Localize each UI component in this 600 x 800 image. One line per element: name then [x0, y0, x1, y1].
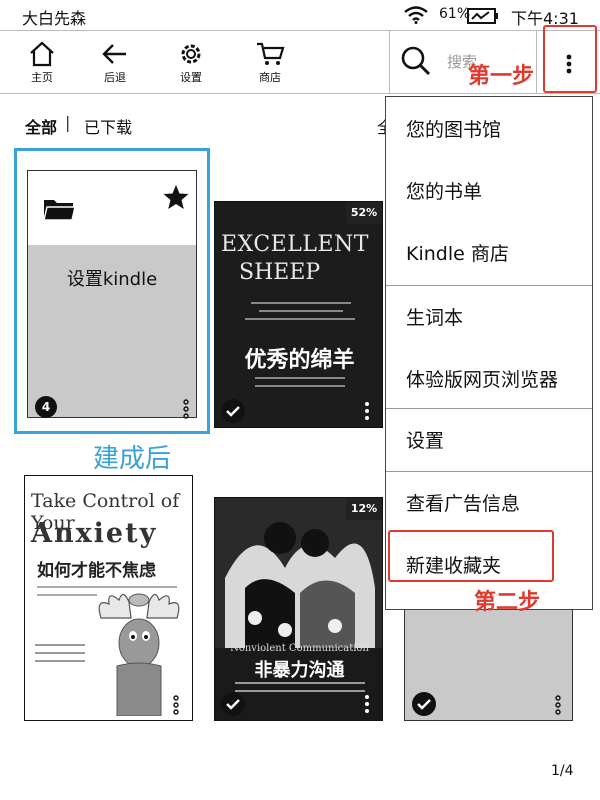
wifi-icon: [403, 6, 429, 28]
collection-cover-body: 设置kindle 4: [28, 245, 196, 419]
cover-text-line: [235, 690, 365, 692]
downloaded-check-badge: [412, 692, 436, 716]
collection-title: 设置kindle: [66, 269, 158, 290]
item-options-icon[interactable]: [364, 401, 370, 421]
settings-label: 设置: [180, 71, 202, 84]
cover-text-line: [255, 385, 345, 387]
back-arrow-icon: [102, 44, 126, 64]
book-title-en: EXCELLENT: [221, 232, 369, 257]
menu-item-your-reading-list[interactable]: 您的书单: [386, 159, 592, 221]
collection-tile[interactable]: 设置kindle 4: [14, 148, 210, 434]
store-button[interactable]: 商店: [242, 31, 298, 93]
step1-highlight: [543, 25, 597, 93]
book-title-en-2: Anxiety: [31, 518, 158, 549]
after-created-label: 建成后: [93, 444, 172, 474]
item-options-icon[interactable]: [173, 695, 179, 715]
menu-item-your-library[interactable]: 您的图书馆: [386, 97, 592, 159]
cover-text-line: [37, 594, 97, 596]
status-bar: 大白先森 61% 下午4:31: [0, 0, 600, 30]
back-label: 后退: [104, 71, 126, 84]
item-options-icon[interactable]: [364, 694, 370, 714]
step2-label: 第二步: [474, 590, 541, 615]
search-icon[interactable]: [400, 45, 432, 81]
cover-text-line: [35, 660, 85, 662]
menu-item-kindle-store[interactable]: Kindle 商店: [386, 221, 592, 283]
cover-text-line: [259, 310, 343, 312]
folder-icon: [43, 200, 76, 221]
book-title-cn: 如何才能不焦虑: [37, 561, 156, 581]
book-title-cn: 非暴力沟通: [215, 656, 382, 682]
home-button[interactable]: 主页: [14, 31, 70, 93]
book-placeholder[interactable]: [404, 608, 573, 721]
settings-button[interactable]: 设置: [163, 31, 219, 93]
book-anxiety[interactable]: Take Control of Your Anxiety 如何才能不焦虑: [24, 475, 193, 721]
cover-text-line: [35, 652, 85, 654]
cover-illustration: [215, 498, 382, 648]
menu-item-experimental-browser[interactable]: 体验版网页浏览器: [386, 347, 592, 409]
collection-count-badge: 4: [35, 396, 57, 418]
step1-label: 第一步: [468, 64, 535, 89]
menu-item-label: 您的书单: [406, 181, 483, 203]
menu-item-label: 设置: [406, 430, 445, 452]
step2-highlight: [388, 530, 554, 582]
reading-progress-badge: 12%: [346, 498, 382, 520]
menu-item-vocabulary-builder[interactable]: 生词本: [386, 285, 592, 347]
downloaded-check-badge: [221, 692, 245, 716]
menu-item-label: 生词本: [406, 307, 464, 329]
home-icon: [30, 41, 54, 67]
battery-icon: [467, 8, 499, 28]
page-indicator: 1/4: [551, 763, 574, 779]
book-title-en-2: SHEEP: [239, 260, 321, 285]
menu-item-view-ads[interactable]: 查看广告信息: [386, 471, 592, 533]
collection-cover: 设置kindle 4: [27, 170, 197, 419]
home-label: 主页: [31, 71, 53, 84]
cart-icon: [257, 42, 285, 65]
battery-percent: 61%: [439, 6, 471, 22]
filter-all[interactable]: 全部: [25, 114, 57, 138]
toolbar-divider: [536, 31, 537, 93]
downloaded-check-badge: [221, 399, 245, 423]
cover-text-line: [35, 644, 85, 646]
check-icon: [226, 406, 240, 417]
check-icon: [417, 699, 431, 710]
cover-text-line: [251, 302, 351, 304]
cover-text-line: [255, 377, 345, 379]
filter-separator: |: [65, 113, 71, 132]
cover-text-line: [245, 318, 355, 320]
book-title-en: Nonviolent Communication: [230, 643, 369, 654]
star-icon: [163, 185, 189, 209]
device-name: 大白先森: [22, 9, 87, 28]
collection-cover-top: [28, 171, 196, 245]
menu-item-settings[interactable]: 设置: [386, 408, 592, 470]
item-options-icon[interactable]: [183, 399, 189, 419]
cover-text-line: [235, 682, 365, 684]
book-excellent-sheep[interactable]: EXCELLENT SHEEP 优秀的绵羊 52%: [214, 201, 383, 428]
check-icon: [226, 699, 240, 710]
reading-progress-badge: 52%: [346, 202, 382, 224]
toolbar-divider: [389, 31, 390, 93]
menu-item-label: 查看广告信息: [406, 493, 521, 515]
filter-downloaded[interactable]: 已下载: [84, 114, 132, 138]
gear-icon: [181, 44, 201, 64]
menu-item-label: 体验版网页浏览器: [406, 369, 559, 391]
menu-item-label: 您的图书馆: [406, 119, 502, 141]
menu-item-label: Kindle 商店: [406, 243, 509, 265]
book-title-cn: 优秀的绵羊: [244, 347, 355, 373]
kindle-screen: 大白先森 61% 下午4:31 主页 后退 设置 商店 搜索 第一步 全部 | …: [0, 0, 600, 800]
back-button[interactable]: 后退: [87, 31, 143, 93]
book-nonviolent-communication[interactable]: Nonviolent Communication 非暴力沟通 12%: [214, 497, 383, 721]
item-options-icon[interactable]: [555, 695, 561, 715]
store-label: 商店: [259, 71, 281, 84]
